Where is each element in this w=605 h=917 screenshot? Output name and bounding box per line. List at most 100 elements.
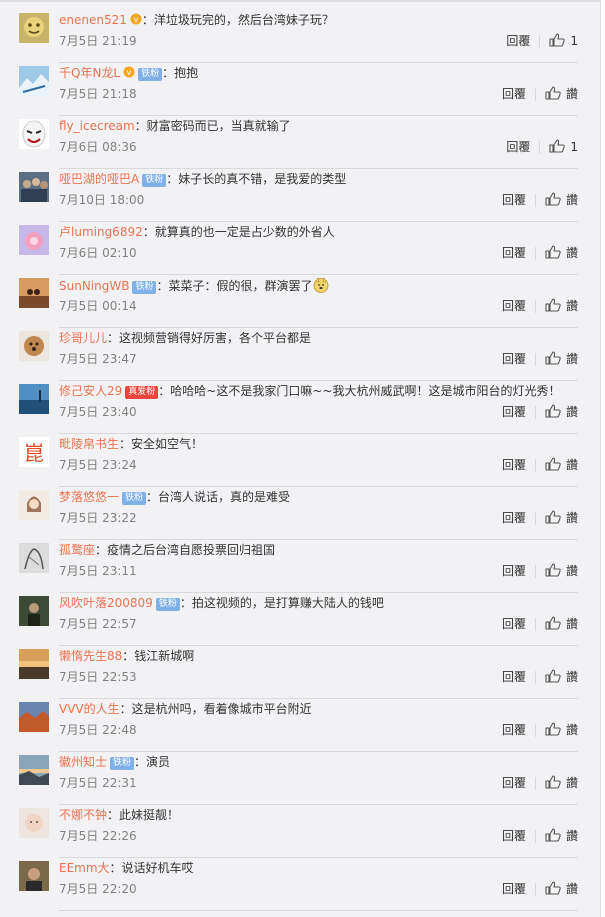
comment-timestamp: 7月5日 22:53 xyxy=(59,670,137,684)
avatar[interactable] xyxy=(19,543,49,573)
username-link[interactable]: 珍哥儿儿 xyxy=(59,331,107,345)
like-count: 讚 xyxy=(565,458,578,472)
like-count: 讚 xyxy=(565,564,578,578)
username-link[interactable]: SunNingWB xyxy=(59,279,129,293)
comment-item: 珍哥儿儿：这视频营销得好厉害，各个平台都是 7月5日 23:47 回覆 讚 xyxy=(0,328,600,381)
avatar[interactable] xyxy=(19,649,49,679)
reply-button[interactable]: 回覆 xyxy=(506,33,530,49)
avatar[interactable] xyxy=(19,66,49,96)
like-button[interactable]: 1 xyxy=(549,139,578,155)
reply-button[interactable]: 回覆 xyxy=(502,828,526,844)
username-link[interactable]: 懒惰先生88 xyxy=(59,649,122,663)
comment-list: enenen521 v ：洋垃圾玩完的，然后台湾妹子玩？ 7月5日 21:19 回覆 1 千… xyxy=(0,0,600,917)
reply-button[interactable]: 回覆 xyxy=(502,404,526,420)
vip-crown-icon: v xyxy=(123,66,135,78)
fan-badge[interactable]: 铁粉 xyxy=(138,68,163,81)
reply-button[interactable]: 回覆 xyxy=(502,510,526,526)
like-button[interactable]: 1 xyxy=(549,33,578,49)
yellow-face-icon xyxy=(19,13,49,43)
username-link[interactable]: 毗陵帛书生 xyxy=(59,437,119,451)
thumbs-up-icon xyxy=(545,828,561,842)
avatar[interactable] xyxy=(19,861,49,891)
like-count: 1 xyxy=(570,34,578,48)
avatar[interactable] xyxy=(19,384,49,414)
comment-actions: 回覆 讚 xyxy=(502,298,578,314)
reply-button[interactable]: 回覆 xyxy=(502,616,526,632)
username-link[interactable]: enenen521 xyxy=(59,13,127,27)
username-link[interactable]: 哑巴湖的哑巴A xyxy=(59,172,139,186)
comment-line: 卢luming6892：就算真的也一定是占少数的外省人 xyxy=(59,224,335,240)
avatar[interactable] xyxy=(19,596,49,626)
comment-actions: 回覆 1 xyxy=(506,33,578,49)
reply-button[interactable]: 回覆 xyxy=(502,351,526,367)
reply-button[interactable]: 回覆 xyxy=(502,669,526,685)
fan-badge[interactable]: 铁粉 xyxy=(122,492,147,505)
like-button[interactable]: 讚 xyxy=(545,192,578,208)
avatar[interactable] xyxy=(19,172,49,202)
avatar[interactable] xyxy=(19,702,49,732)
like-button[interactable]: 讚 xyxy=(545,722,578,738)
username-link[interactable]: 修己安人29 xyxy=(59,384,122,398)
username-link[interactable]: fly_icecream xyxy=(59,119,135,133)
username-link[interactable]: 不娜不钟 xyxy=(59,808,107,822)
comment-item: 孤鹜座：疫情之后台湾自愿投票回归祖国 7月5日 23:11 回覆 讚 xyxy=(0,540,600,593)
avatar[interactable] xyxy=(19,225,49,255)
username-link[interactable]: EEmm大 xyxy=(59,861,110,875)
like-button[interactable]: 讚 xyxy=(545,404,578,420)
reply-button[interactable]: 回覆 xyxy=(502,245,526,261)
reply-button[interactable]: 回覆 xyxy=(502,86,526,102)
comment-actions: 回覆 讚 xyxy=(502,881,578,897)
username-link[interactable]: 孤鹜座 xyxy=(59,543,95,557)
reply-button[interactable]: 回覆 xyxy=(502,722,526,738)
reply-button[interactable]: 回覆 xyxy=(502,298,526,314)
like-button[interactable]: 讚 xyxy=(545,510,578,526)
comment-item: SunNingWB 铁粉 ：菜菜子：假的很，群演罢了 7月5日 00:14 回覆 讚 xyxy=(0,275,600,328)
reply-button[interactable]: 回覆 xyxy=(502,775,526,791)
thumbs-up-icon xyxy=(545,86,561,100)
username-link[interactable]: 徽州知士 xyxy=(59,755,107,769)
like-button[interactable]: 讚 xyxy=(545,828,578,844)
avatar[interactable] xyxy=(19,490,49,520)
reply-button[interactable]: 回覆 xyxy=(502,881,526,897)
fan-badge[interactable]: 铁粉 xyxy=(155,598,180,611)
like-button[interactable]: 讚 xyxy=(545,616,578,632)
fan-badge[interactable]: 铁粉 xyxy=(110,757,135,770)
thumbs-up-icon xyxy=(545,510,561,524)
comment-actions: 回覆 讚 xyxy=(502,616,578,632)
avatar[interactable] xyxy=(19,278,49,308)
avatar[interactable] xyxy=(19,755,49,785)
thumbs-up-icon xyxy=(549,33,566,47)
like-button[interactable]: 讚 xyxy=(545,298,578,314)
like-button[interactable]: 讚 xyxy=(545,775,578,791)
reply-button[interactable]: 回覆 xyxy=(502,563,526,579)
comment-item: 千Q年N龙L v 铁粉 ：抱抱 7月5日 21:18 回覆 讚 xyxy=(0,63,600,116)
avatar[interactable]: 崑 xyxy=(19,437,49,467)
like-button[interactable]: 讚 xyxy=(545,86,578,102)
comment-timestamp: 7月6日 08:36 xyxy=(59,140,137,154)
username-link[interactable]: 千Q年N龙L xyxy=(59,66,120,80)
fan-badge[interactable]: 真爱粉 xyxy=(125,386,159,399)
comment-text: ：菜菜子：假的很，群演罢了 xyxy=(156,279,313,293)
like-button[interactable]: 讚 xyxy=(545,563,578,579)
like-button[interactable]: 讚 xyxy=(545,881,578,897)
fan-badge[interactable]: 铁粉 xyxy=(132,281,157,294)
avatar[interactable] xyxy=(19,13,49,43)
like-button[interactable]: 讚 xyxy=(545,669,578,685)
avatar[interactable] xyxy=(19,331,49,361)
fan-badge[interactable]: 铁粉 xyxy=(142,174,167,187)
like-button[interactable]: 讚 xyxy=(545,245,578,261)
reply-button[interactable]: 回覆 xyxy=(506,139,530,155)
like-button[interactable]: 讚 xyxy=(545,457,578,473)
username-link[interactable]: VVV的人生 xyxy=(59,702,120,716)
comment-item: 梦落悠悠一 铁粉 ：台湾人说话，真的是难受 7月5日 23:22 回覆 讚 xyxy=(0,487,600,540)
thumbs-up-icon xyxy=(545,404,561,418)
reply-button[interactable]: 回覆 xyxy=(502,192,526,208)
username-link[interactable]: 风吹叶落200809 xyxy=(59,596,153,610)
reply-button[interactable]: 回覆 xyxy=(502,457,526,473)
avatar[interactable] xyxy=(19,119,49,149)
username-link[interactable]: 卢luming6892 xyxy=(59,225,143,239)
like-button[interactable]: 讚 xyxy=(545,351,578,367)
username-link[interactable]: 梦落悠悠一 xyxy=(59,490,119,504)
avatar[interactable] xyxy=(19,808,49,838)
comment-line: EEmm大：说话好机车哎 xyxy=(59,860,194,876)
